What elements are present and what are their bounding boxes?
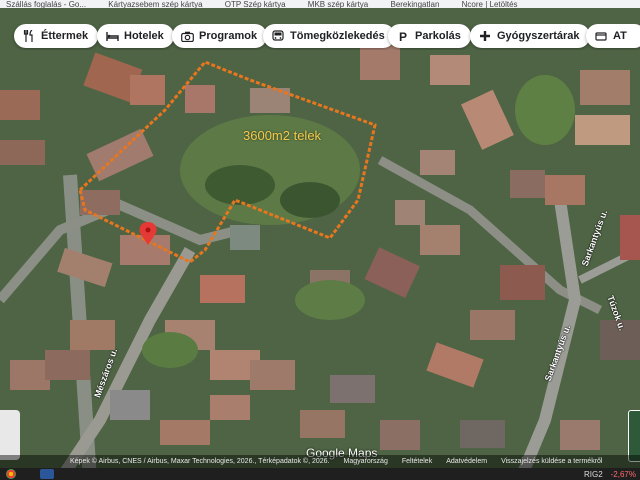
camera-icon [180, 29, 194, 43]
chip-parking[interactable]: P Parkolás [388, 24, 471, 48]
chip-label: Parkolás [415, 30, 461, 42]
category-chips: Éttermek Hotelek Programok Tömegközleked… [0, 24, 640, 50]
attribution-text: Képek © Airbus, CNES / Airbus, Maxar Tec… [70, 458, 330, 465]
map-imagery [0, 8, 640, 468]
stock-ticker[interactable]: RIG2 -2,67% [576, 468, 636, 480]
privacy-link[interactable]: Adatvédelem [446, 458, 487, 465]
parking-icon: P [396, 29, 410, 43]
chip-label: Hotelek [124, 30, 164, 42]
bookmark-item[interactable]: Berekingatlan [390, 0, 439, 8]
chip-label: Gyógyszertárak [497, 30, 580, 42]
country-text: Magyarország [343, 458, 388, 465]
map-footer: Képek © Airbus, CNES / Airbus, Maxar Tec… [0, 455, 640, 468]
chip-programs[interactable]: Programok [172, 24, 268, 48]
layers-thumbnail[interactable] [0, 410, 20, 460]
ticker-symbol: RIG2 [583, 469, 603, 479]
plot-size-label: 3600m2 telek [243, 128, 322, 143]
chip-hotels[interactable]: Hotelek [97, 24, 174, 48]
bookmark-item[interactable]: Szállás foglalás - Go... [6, 0, 86, 8]
bookmarks-bar: Szállás foglalás - Go... Kártyazsebem sz… [0, 0, 640, 8]
chip-label: AT [613, 30, 627, 42]
feedback-link[interactable]: Visszajelzés küldése a termékről [501, 458, 602, 465]
chip-label: Programok [199, 30, 258, 42]
atm-icon [594, 29, 608, 43]
svg-text:P: P [399, 30, 407, 42]
os-taskbar: RIG2 -2,67% [0, 468, 640, 480]
chip-transit[interactable]: Tömegközlekedés [263, 24, 395, 48]
bus-icon [271, 29, 285, 43]
chip-atm[interactable]: AT [586, 24, 640, 48]
bookmark-item[interactable]: Ncore | Letöltés [462, 0, 518, 8]
chip-label: Tömegközlekedés [290, 30, 385, 42]
chip-restaurants[interactable]: Éttermek [14, 24, 99, 48]
hotel-icon [105, 29, 119, 43]
word-icon[interactable] [40, 469, 54, 479]
chip-label: Éttermek [41, 30, 89, 42]
terms-link[interactable]: Feltételek [402, 458, 432, 465]
chrome-icon[interactable] [6, 469, 16, 479]
bookmark-item[interactable]: MKB szép kártya [308, 0, 368, 8]
ticker-change: -2,67% [610, 469, 636, 479]
bookmark-item[interactable]: Kártyazsebem szép kártya [108, 0, 202, 8]
pharmacy-icon [478, 29, 492, 43]
restaurant-icon [22, 29, 36, 43]
satellite-map[interactable]: 3600m2 telek Mészáros u. Sarkantyús u. S… [0, 8, 640, 468]
bookmark-item[interactable]: OTP Szép kártya [225, 0, 286, 8]
chip-pharmacies[interactable]: Gyógyszertárak [470, 24, 590, 48]
